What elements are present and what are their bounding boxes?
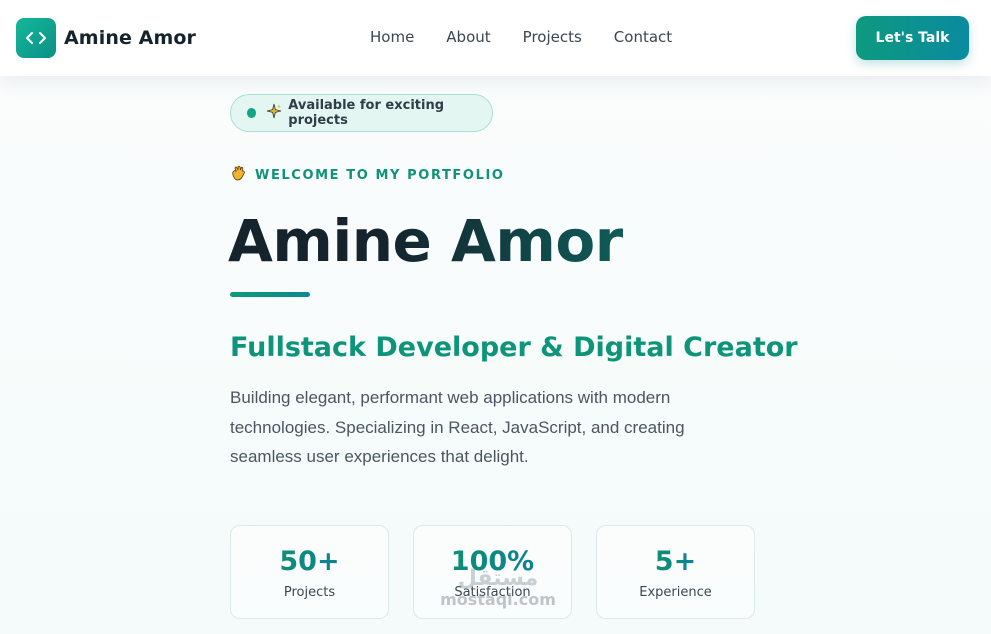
nav-link-contact[interactable]: Contact xyxy=(614,28,672,46)
stat-value: 50+ xyxy=(279,546,340,577)
hero-description: Building elegant, performant web applica… xyxy=(230,388,685,466)
wave-icon xyxy=(230,165,247,186)
brand-name: Amine Amor xyxy=(64,27,196,49)
stat-label: Satisfaction xyxy=(454,585,531,600)
nav-link-projects[interactable]: Projects xyxy=(523,28,582,46)
nav-link-about[interactable]: About xyxy=(446,28,490,46)
navbar: Amine Amor Home About Projects Contact L… xyxy=(0,0,991,76)
stat-label: Projects xyxy=(283,585,336,600)
sparkle-icon xyxy=(266,103,282,123)
hero-subtitle: Fullstack Developer & Digital Creator xyxy=(230,332,798,363)
availability-badge: Available for exciting projects xyxy=(230,94,493,132)
brand[interactable]: Amine Amor xyxy=(16,18,196,58)
nav-links: Home About Projects Contact xyxy=(370,28,704,46)
availability-text: Available for exciting projects xyxy=(288,98,445,128)
lets-talk-button[interactable]: Let's Talk xyxy=(856,16,969,60)
stat-card-satisfaction: 100% Satisfaction xyxy=(413,525,572,619)
stat-value: 5+ xyxy=(654,546,697,577)
stat-card-experience: 5+ Experience xyxy=(596,525,755,619)
nav-link-home[interactable]: Home xyxy=(370,28,414,46)
hero-name: Amine Amor xyxy=(228,207,623,275)
stat-card-projects: 50+ Projects xyxy=(230,525,389,619)
code-brackets-icon xyxy=(16,18,56,58)
name-underline xyxy=(230,292,310,297)
welcome-text: WELCOME TO MY PORTFOLIO xyxy=(255,168,505,183)
stat-label: Experience xyxy=(639,585,712,600)
stats-row: 50+ Projects 100% Satisfaction 5+ Experi… xyxy=(230,525,779,619)
status-dot xyxy=(247,108,257,118)
welcome-line: WELCOME TO MY PORTFOLIO xyxy=(230,165,505,186)
stat-value: 100% xyxy=(450,546,535,577)
